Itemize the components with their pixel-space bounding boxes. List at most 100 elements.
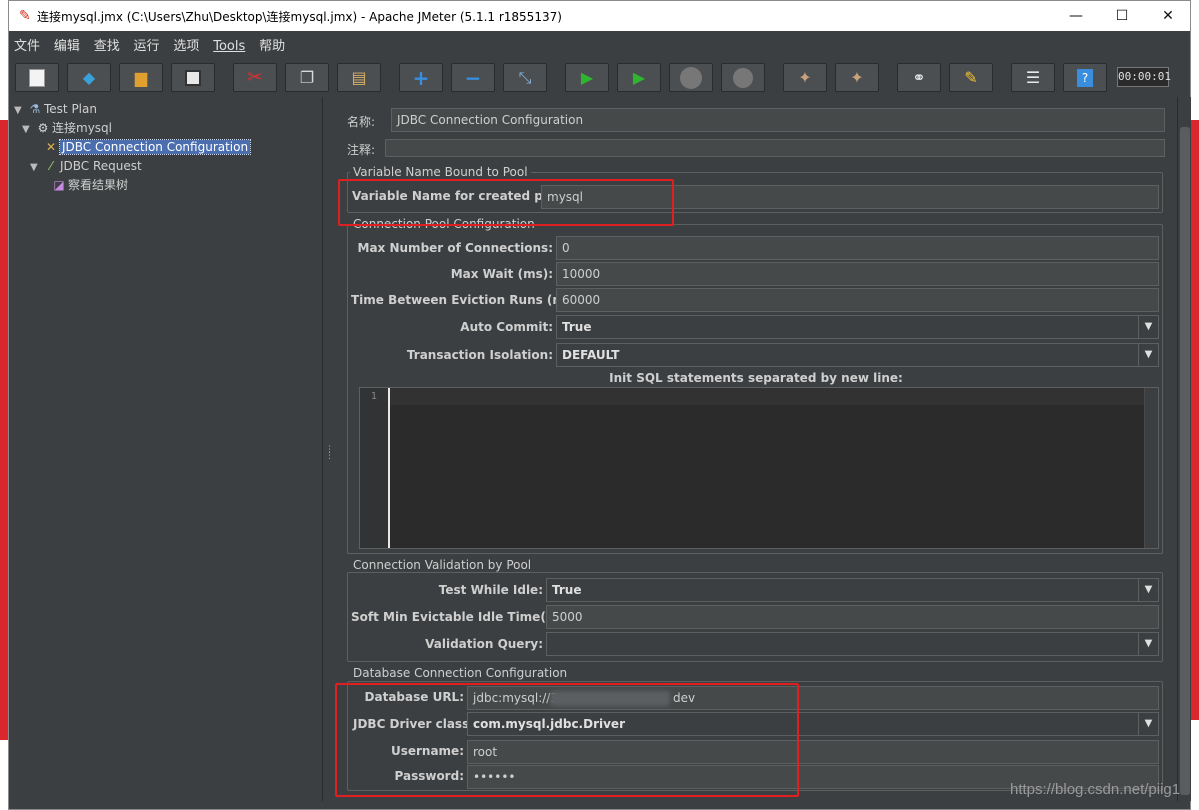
text-caret (388, 388, 390, 548)
split-pane-divider[interactable]: ⋮ ⋮ (323, 97, 334, 801)
password-label: Password: (394, 769, 465, 783)
chevron-down-icon[interactable]: ▼ (1138, 633, 1158, 655)
chevron-down-icon[interactable]: ▼ (1138, 344, 1158, 366)
menu-file[interactable]: 文件 (9, 31, 45, 54)
db-url-field[interactable]: jdbc:mysql://3 dev (467, 686, 1159, 710)
db-url-label: Database URL: (364, 690, 464, 704)
start-no-pauses-icon: ▶ (632, 68, 646, 87)
auto-commit-select[interactable]: True ▼ (556, 315, 1159, 339)
shutdown-button[interactable] (721, 63, 765, 92)
max-conn-field[interactable]: 0 (556, 236, 1159, 260)
expand-arrow-icon[interactable]: ▼ (14, 102, 26, 120)
username-field[interactable]: root (467, 740, 1159, 764)
bound-group-title: Variable Name Bound to Pool (350, 165, 531, 179)
save-button[interactable] (171, 63, 215, 92)
search-icon: ⚭ (912, 68, 926, 87)
maximize-button[interactable]: ☐ (1099, 1, 1145, 31)
test-plan-tree: ▼ ⚗ Test Plan ▼ ⚙ 连接mysql ✕ JDBC Connection C… (9, 97, 323, 801)
clear-all-icon: ✦ (850, 68, 864, 87)
toggle-button[interactable]: ⤡ (503, 63, 547, 92)
editor-scrollbar[interactable] (1144, 388, 1158, 548)
collapse-button[interactable]: − (451, 63, 495, 92)
menu-search[interactable]: 查找 (89, 31, 125, 54)
init-sql-editor[interactable]: 1 (359, 387, 1159, 549)
eviction-label: Time Between Eviction Runs (ms): (351, 293, 583, 307)
expand-button[interactable]: + (399, 63, 443, 92)
minimize-button[interactable]: — (1053, 1, 1099, 31)
flask-icon: ⚗ (29, 102, 41, 116)
clear-button[interactable]: ✦ (783, 63, 827, 92)
paste-button[interactable]: ▤ (337, 63, 381, 92)
test-idle-select[interactable]: True ▼ (546, 578, 1159, 602)
validation-group-title: Connection Validation by Pool (350, 558, 535, 572)
menu-run[interactable]: 运行 (129, 31, 165, 54)
new-button[interactable] (15, 63, 59, 92)
menu-edit[interactable]: 编辑 (49, 31, 85, 54)
window-title: 连接mysql.jmx (C:\Users\Zhu\Desktop\连接mysq… (37, 10, 562, 24)
templates-button[interactable]: ◆ (67, 63, 111, 92)
test-idle-value: True (552, 583, 582, 597)
collapse-icon: − (464, 65, 482, 90)
start-no-pauses-button[interactable]: ▶ (617, 63, 661, 92)
open-icon: ▆ (134, 68, 148, 87)
isolation-select[interactable]: DEFAULT ▼ (556, 343, 1159, 367)
elapsed-timer: 00:00:01 (1117, 67, 1171, 87)
menu-options[interactable]: 选项 (168, 31, 204, 54)
expand-arrow-icon[interactable]: ▼ (22, 121, 34, 139)
max-wait-field[interactable]: 10000 (556, 262, 1159, 286)
max-conn-label: Max Number of Connections: (357, 241, 553, 255)
jmeter-feather-icon: ✎ (19, 8, 31, 24)
expand-arrow-icon[interactable]: ▼ (30, 159, 42, 177)
open-button[interactable]: ▆ (119, 63, 163, 92)
tree-item-jdbc-config[interactable]: ✕ JDBC Connection Configuration (42, 138, 252, 156)
start-button[interactable]: ▶ (565, 63, 609, 92)
stop-icon (680, 66, 702, 89)
help-button[interactable]: ? (1063, 63, 1107, 92)
clear-all-button[interactable]: ✦ (835, 63, 879, 92)
copy-button[interactable]: ❐ (285, 63, 329, 92)
function-helper-button[interactable]: ☰ (1011, 63, 1055, 92)
pipette-icon: ⁄ (49, 159, 52, 173)
paste-icon: ▤ (351, 68, 367, 87)
auto-commit-value: True (562, 320, 592, 334)
init-sql-label: Init SQL statements separated by new lin… (609, 371, 903, 385)
chart-icon: ◪ (53, 178, 65, 192)
chevron-down-icon[interactable]: ▼ (1138, 579, 1158, 601)
scrollbar-thumb[interactable] (1180, 127, 1190, 795)
tree-item-thread-group[interactable]: ▼ ⚙ 连接mysql (22, 119, 112, 137)
chevron-down-icon[interactable]: ▼ (1138, 713, 1158, 735)
tree-item-test-plan[interactable]: ▼ ⚗ Test Plan (14, 100, 97, 118)
templates-icon: ◆ (82, 68, 96, 87)
isolation-value: DEFAULT (562, 348, 620, 362)
jmeter-window: ✎ 连接mysql.jmx (C:\Users\Zhu\Desktop\连接my… (8, 0, 1191, 810)
reset-search-button[interactable]: ✎ (949, 63, 993, 92)
db-url-prefix: jdbc:mysql://3 (473, 691, 558, 705)
auto-commit-label: Auto Commit: (460, 320, 553, 334)
cut-button[interactable]: ✂ (233, 63, 277, 92)
validation-query-select[interactable]: ▼ (546, 632, 1159, 656)
stop-button[interactable] (669, 63, 713, 92)
soft-min-field[interactable]: 5000 (546, 605, 1159, 629)
search-button[interactable]: ⚭ (897, 63, 941, 92)
tree-item-jdbc-request[interactable]: ▼ ⁄ JDBC Request (30, 157, 142, 175)
test-idle-label: Test While Idle: (438, 583, 543, 597)
chevron-down-icon[interactable]: ▼ (1138, 316, 1158, 338)
gear-icon: ⚙ (37, 121, 49, 135)
database-group-title: Database Connection Configuration (350, 666, 571, 680)
name-field[interactable]: JDBC Connection Configuration (391, 108, 1165, 132)
driver-select[interactable]: com.mysql.jdbc.Driver ▼ (467, 712, 1159, 736)
start-icon: ▶ (580, 68, 594, 87)
redaction-blur (550, 691, 670, 706)
shutdown-icon (733, 67, 753, 88)
comment-label: 注释: (347, 143, 376, 157)
title-bar: ✎ 连接mysql.jmx (C:\Users\Zhu\Desktop\连接my… (9, 1, 1190, 31)
menu-tools[interactable]: Tools (208, 35, 250, 54)
close-button[interactable]: ✕ (1145, 1, 1191, 31)
menu-help[interactable]: 帮助 (254, 31, 290, 54)
copy-icon: ❐ (299, 68, 315, 87)
comment-field[interactable] (385, 139, 1165, 157)
panel-scrollbar[interactable] (1177, 97, 1191, 801)
pool-var-field[interactable]: mysql (541, 185, 1159, 209)
tree-item-results-tree[interactable]: ◪ 察看结果树 (50, 176, 128, 194)
eviction-field[interactable]: 60000 (556, 288, 1159, 312)
